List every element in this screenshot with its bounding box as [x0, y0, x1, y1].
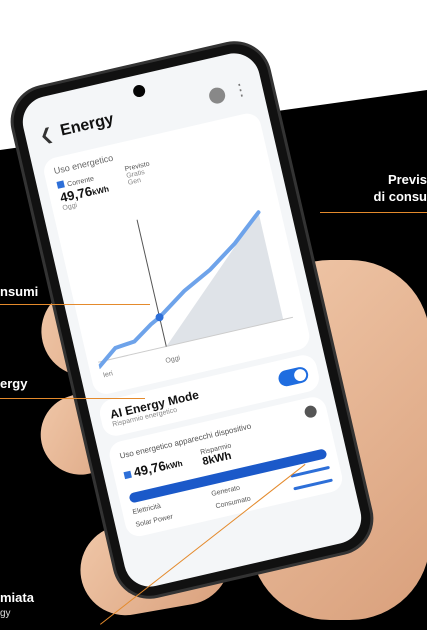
usage-card: Uso energetico Corrente 49,76kWh Oggi Pr…: [41, 110, 313, 397]
device-stat-1-unit: kWh: [164, 458, 184, 472]
callout-forecast-line: [320, 212, 427, 213]
back-icon[interactable]: ❮: [38, 124, 56, 147]
callout-ai-energy: ergy: [0, 376, 28, 391]
forecast-stat: Previsto Gratis Gen: [124, 161, 156, 197]
callout-forecast-line1: Previs: [387, 172, 427, 187]
callout-ai-energy-line: [0, 398, 145, 399]
callout-saved: miata: [0, 590, 34, 605]
device-stat-2: Risparmio 8kWh: [200, 442, 235, 468]
chart-label-today: Oggi: [165, 355, 181, 365]
legend-square-icon: [123, 470, 132, 480]
row1-label: Elettricità: [132, 502, 162, 517]
row1-value: Generato: [210, 484, 241, 498]
more-icon[interactable]: ⋮: [231, 79, 251, 102]
row2-label: Solar Power: [134, 513, 174, 529]
callout-consumption: nsumi: [0, 284, 39, 299]
row2-value: Consumato: [215, 495, 252, 511]
chart-marker-line: [136, 219, 167, 347]
phone-screen: ❮ Energy ⋮ Uso energetico Corrente 49,76…: [17, 48, 367, 592]
ai-mode-toggle[interactable]: [276, 364, 310, 388]
ai-mode-text: AI Energy Mode Risparmio energetico: [109, 388, 202, 429]
row2-bar: [293, 478, 333, 491]
chart-label-start: Ieri: [103, 370, 114, 379]
callout-saved-sub: gy: [0, 608, 11, 619]
phone-device: ❮ Energy ⋮ Uso energetico Corrente 49,76…: [6, 37, 378, 603]
help-icon[interactable]: [207, 85, 227, 106]
legend-square-icon: [56, 180, 65, 189]
info-icon[interactable]: [303, 404, 318, 419]
usage-chart[interactable]: Ieri Oggi: [64, 171, 297, 382]
callout-forecast-line2: di consu: [373, 189, 427, 204]
callout-consumption-line: [0, 304, 150, 305]
forecast-area: [166, 212, 284, 347]
device-stat-1-value: 49,76: [132, 457, 168, 480]
